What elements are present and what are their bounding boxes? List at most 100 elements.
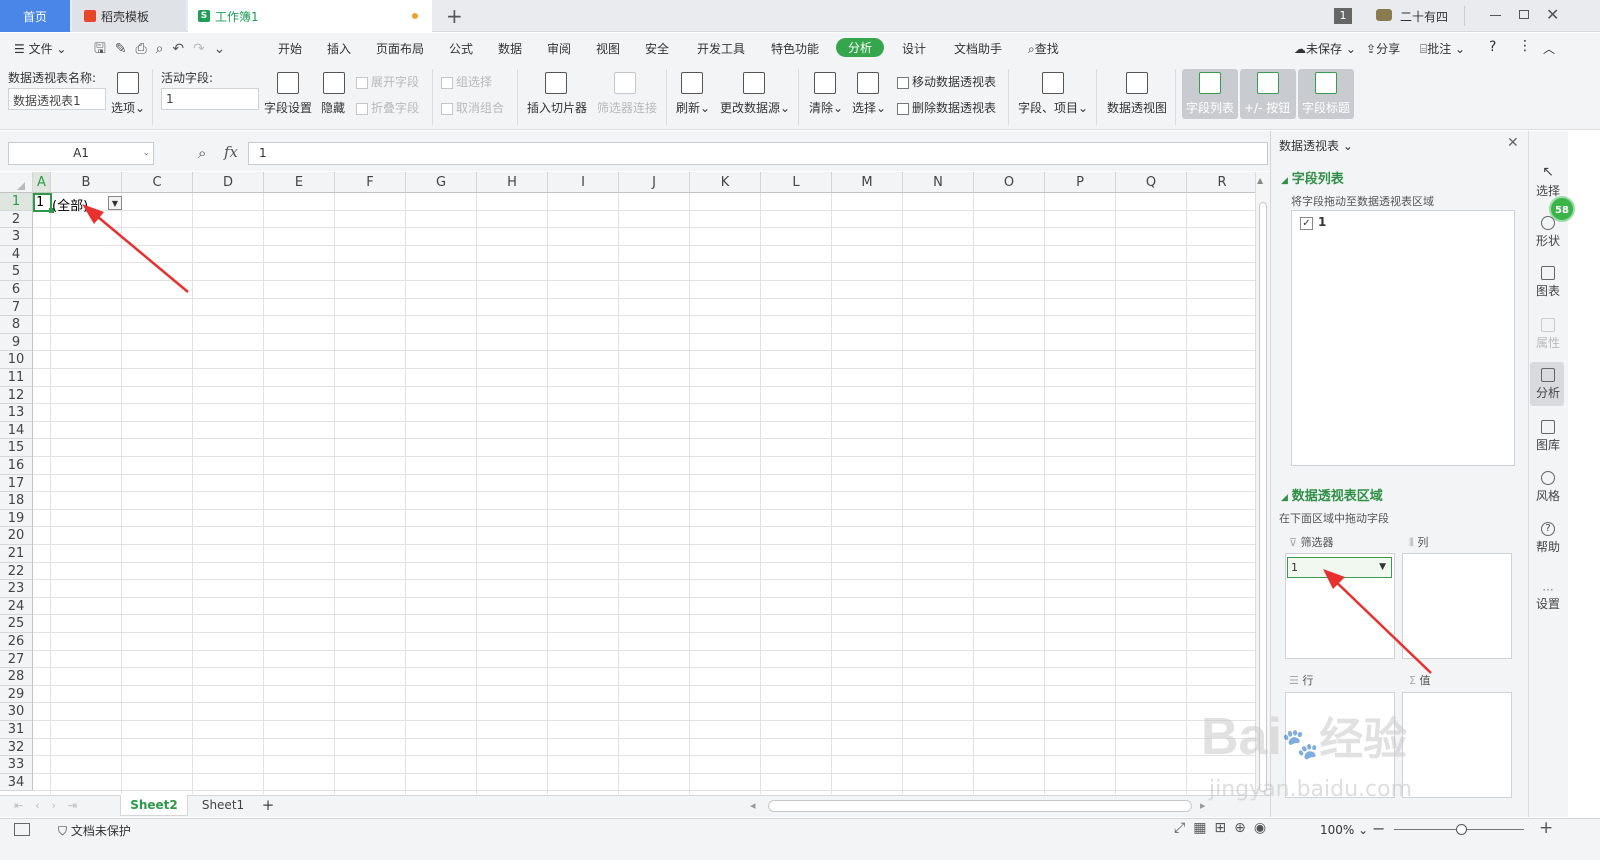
add-sheet-button[interactable]: + [258, 795, 278, 816]
row-header-11[interactable]: 11 [0, 369, 33, 387]
refresh-button[interactable]: 刷新⌄ [676, 99, 710, 116]
menu-special[interactable]: 特色功能 [771, 40, 819, 57]
column-header-d[interactable]: D [193, 172, 264, 193]
row-header-28[interactable]: 28 [0, 668, 33, 686]
row-header-1[interactable]: 1 [0, 193, 33, 211]
row-header-4[interactable]: 4 [0, 245, 33, 264]
row-header-30[interactable]: 30 [0, 703, 33, 721]
name-box[interactable]: A1 ⌄ [8, 142, 154, 165]
column-header-n[interactable]: N [903, 172, 974, 193]
hide-button[interactable]: 隐藏 [321, 99, 345, 116]
sidebar-item-settings[interactable]: ··· 设置 [1528, 584, 1568, 612]
save-icon[interactable]: 🖫 [94, 41, 106, 57]
sidebar-item-shape[interactable]: 形状 [1528, 216, 1568, 249]
menu-doc-assistant[interactable]: 文档助手 [954, 40, 1002, 57]
row-header-22[interactable]: 22 [0, 562, 33, 581]
fields-items-button[interactable]: 字段、项目⌄ [1018, 99, 1088, 116]
column-header-i[interactable]: I [548, 172, 619, 193]
row-header-34[interactable]: 34 [0, 773, 33, 792]
row-header-15[interactable]: 15 [0, 439, 33, 457]
zoom-slider-thumb[interactable] [1456, 824, 1467, 835]
format-painter-icon[interactable]: ✎ [115, 41, 127, 57]
menu-developer[interactable]: 开发工具 [697, 40, 745, 57]
row-header-16[interactable]: 16 [0, 457, 33, 475]
row-header-6[interactable]: 6 [0, 281, 33, 299]
row-header-19[interactable]: 19 [0, 509, 33, 528]
column-header-h[interactable]: H [477, 172, 548, 193]
minimize-icon[interactable] [1490, 15, 1501, 16]
menu-formula[interactable]: 公式 [449, 40, 473, 57]
sheet-nav-icons[interactable]: ⇤‹›⇥ [14, 799, 89, 812]
column-header-j[interactable]: J [619, 172, 690, 193]
row-header-3[interactable]: 3 [0, 228, 33, 246]
row-header-29[interactable]: 29 [0, 685, 33, 704]
column-header-f[interactable]: F [335, 172, 406, 193]
sheet-tab-active[interactable]: Sheet2 [120, 795, 188, 816]
sidebar-item-select[interactable]: ↖ 选择 [1528, 165, 1568, 199]
unsaved-button[interactable]: ☁未保存 ⌄ [1294, 40, 1356, 57]
column-header-l[interactable]: L [761, 172, 832, 193]
change-source-button[interactable]: 更改数据源⌄ [720, 99, 790, 116]
pivot-chart-button[interactable]: 数据透视图 [1107, 99, 1167, 116]
row-header-13[interactable]: 13 [0, 404, 33, 422]
print-icon[interactable]: ⎙ [135, 41, 146, 57]
more-icon[interactable]: ⋮ [1518, 38, 1532, 54]
menu-security[interactable]: 安全 [645, 40, 669, 57]
scroll-up-icon[interactable]: ▲ [1257, 176, 1263, 185]
menu-insert[interactable]: 插入 [327, 40, 351, 57]
field-checkbox[interactable]: ✓ [1300, 217, 1313, 230]
row-header-5[interactable]: 5 [0, 263, 33, 281]
sidebar-item-chart[interactable]: 图表 [1528, 266, 1568, 299]
menu-page-layout[interactable]: 页面布局 [376, 40, 424, 57]
share-button[interactable]: ⇪分享 [1366, 40, 1400, 57]
pane-close-icon[interactable]: ✕ [1507, 135, 1519, 151]
clear-button[interactable]: 清除⌄ [809, 99, 843, 116]
redo-icon[interactable]: ↷ [193, 41, 205, 57]
protection-status[interactable]: ⛉ 文档未保护 [58, 822, 131, 839]
collapse-ribbon-icon[interactable]: ︿ [1543, 40, 1555, 57]
row-header-20[interactable]: 20 [0, 527, 33, 545]
row-header-25[interactable]: 25 [0, 615, 33, 633]
column-header-q[interactable]: Q [1116, 172, 1187, 193]
row-header-24[interactable]: 24 [0, 597, 33, 616]
help-button[interactable]: ? [1489, 39, 1496, 55]
sidebar-item-gallery[interactable]: 图库 [1528, 420, 1568, 453]
insert-slicer-button[interactable]: 插入切片器 [527, 99, 587, 116]
spreadsheet-grid[interactable]: ABCDEFGHIJKLMNOPQR 1 2 3 4 5 6 7 8 9 10 11 12 13 14 15… [0, 172, 1255, 794]
select-all-corner[interactable] [0, 172, 33, 193]
sidebar-item-analysis[interactable]: 分析 [1528, 368, 1568, 401]
sidebar-item-style[interactable]: 风格 [1528, 471, 1568, 504]
tab-template[interactable]: 稻壳模板 [72, 0, 186, 32]
row-header-33[interactable]: 33 [0, 756, 33, 774]
column-header-b[interactable]: B [51, 172, 122, 193]
user-name[interactable]: 二十有四 [1400, 8, 1448, 25]
zoom-out-icon[interactable]: − [1372, 819, 1385, 838]
row-header-7[interactable]: 7 [0, 298, 33, 317]
formula-input[interactable]: 1 [248, 142, 1268, 165]
field-list-box[interactable]: ✓ 1 [1291, 210, 1515, 466]
row-header-12[interactable]: 12 [0, 386, 33, 405]
column-header-g[interactable]: G [406, 172, 477, 193]
value-area-box[interactable] [1402, 692, 1512, 798]
horizontal-scroll-thumb[interactable] [768, 800, 1192, 812]
active-field-input[interactable]: 1 [161, 88, 259, 110]
tab-workbook[interactable]: S 工作簿1 [188, 0, 432, 32]
undo-icon[interactable]: ↶ [172, 41, 184, 57]
menu-analysis[interactable]: 分析 [836, 38, 885, 57]
window-count-badge[interactable]: 1 [1334, 8, 1352, 24]
row-header-21[interactable]: 21 [0, 545, 33, 563]
comment-button[interactable]: ⌸批注 ⌄ [1420, 40, 1465, 57]
row-header-18[interactable]: 18 [0, 492, 33, 510]
column-header-m[interactable]: M [832, 172, 903, 193]
column-header-c[interactable]: C [122, 172, 193, 193]
row-header-26[interactable]: 26 [0, 633, 33, 651]
fx-button[interactable]: fx [224, 143, 238, 161]
row-header-8[interactable]: 8 [0, 316, 33, 334]
row-header-2[interactable]: 2 [0, 210, 33, 229]
macro-icon[interactable] [14, 823, 30, 836]
file-menu[interactable]: ☰ 文件 ⌄ [14, 40, 66, 57]
column-header-a[interactable]: A [33, 172, 51, 193]
row-header-9[interactable]: 9 [0, 333, 33, 352]
row-header-27[interactable]: 27 [0, 650, 33, 669]
tab-home[interactable]: 首页 [0, 0, 70, 32]
